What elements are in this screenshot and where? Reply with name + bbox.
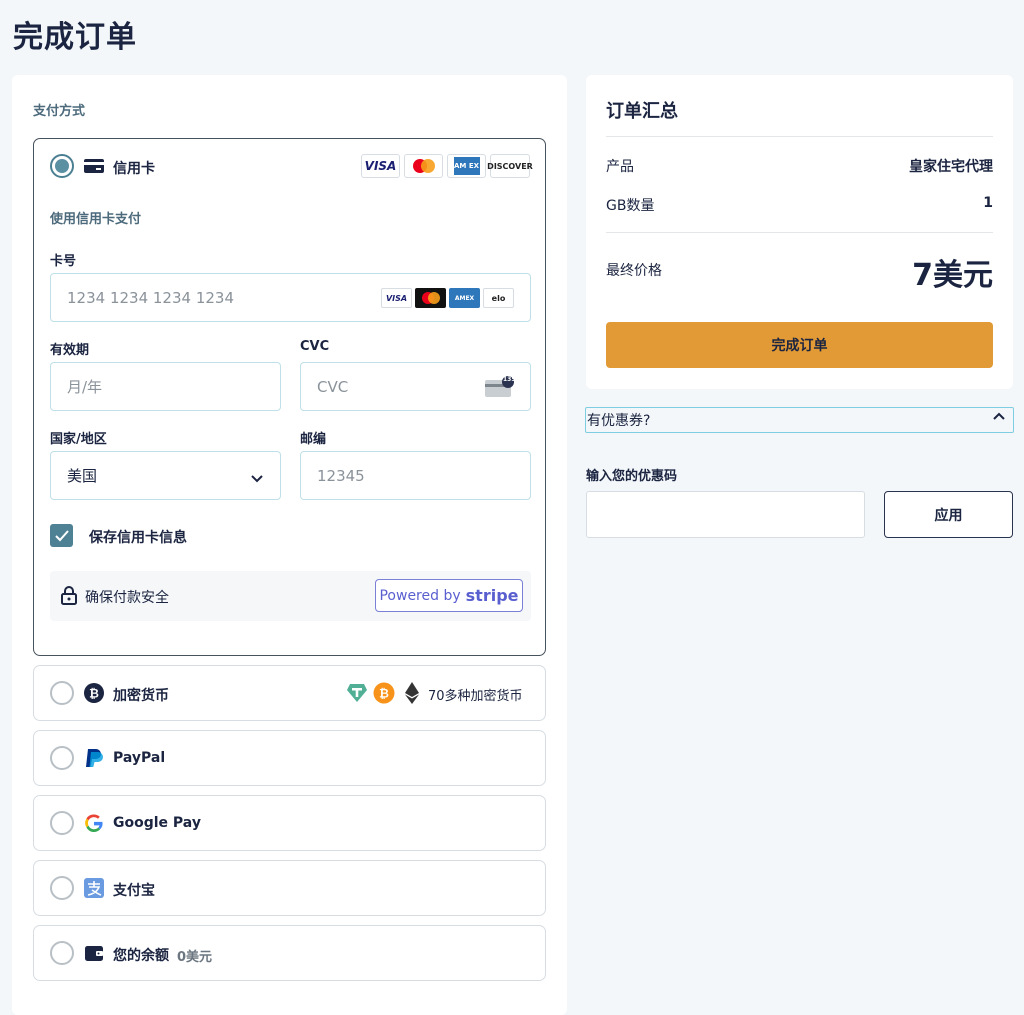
final-price-label: 最终价格	[606, 263, 662, 279]
googlepay-label: Google Pay	[113, 815, 201, 831]
expiry-placeholder: 月/年	[67, 378, 103, 396]
balance-amount: 0美元	[177, 950, 213, 965]
powered-by-text: Powered by	[379, 587, 461, 604]
elo-mini-logo: elo	[483, 288, 514, 308]
credit-card-icon	[84, 156, 104, 176]
lock-icon	[61, 585, 77, 609]
cvc-placeholder: CVC	[317, 377, 349, 396]
googlepay-radio[interactable]	[50, 811, 74, 835]
coupon-toggle[interactable]: 有优惠券?	[585, 407, 1014, 433]
postal-label: 邮编	[300, 432, 327, 447]
cvc-input[interactable]: CVC 135	[300, 362, 531, 411]
card-number-placeholder: 1234 1234 1234 1234	[67, 288, 234, 307]
apply-coupon-button[interactable]: 应用	[884, 491, 1013, 538]
ethereum-icon	[405, 682, 419, 708]
chevron-up-icon	[992, 410, 1006, 428]
cvc-badge-text: 135	[503, 376, 516, 383]
balance-label: 您的余额	[113, 948, 169, 964]
visa-mini-logo: VISA	[381, 288, 412, 308]
country-value: 美国	[67, 467, 98, 485]
payment-method-googlepay[interactable]: Google Pay	[33, 795, 546, 851]
powered-by-stripe-badge[interactable]: Powered by stripe	[375, 579, 523, 612]
paypal-label: PayPal	[113, 750, 166, 766]
bitcoin-coin-icon: ₿	[373, 682, 395, 708]
order-summary-card: 订单汇总 产品 皇家住宅代理 GB数量 1 最终价格 7美元 完成订单	[586, 75, 1013, 389]
google-icon	[84, 813, 104, 833]
gb-quantity-value: 1	[983, 195, 993, 211]
coupon-toggle-label: 有优惠券?	[587, 413, 651, 429]
bitcoin-icon: ₿	[84, 683, 104, 703]
summary-divider	[606, 232, 993, 233]
gb-quantity-label: GB数量	[606, 198, 655, 214]
credit-card-label: 信用卡	[113, 161, 155, 177]
payment-method-balance[interactable]: 您的余额 0美元	[33, 925, 546, 981]
payment-section-label: 支付方式	[33, 104, 86, 119]
page-title: 完成订单	[13, 20, 137, 55]
alipay-icon	[84, 878, 104, 898]
secure-payment-text: 确保付款安全	[85, 590, 169, 606]
visa-logo: VISA	[361, 154, 400, 178]
country-label: 国家/地区	[50, 432, 107, 447]
paypal-radio[interactable]	[50, 746, 74, 770]
save-card-checkbox[interactable]	[50, 524, 73, 547]
postal-placeholder: 12345	[317, 466, 365, 485]
secure-payment-bar: 确保付款安全 Powered by stripe	[50, 571, 531, 621]
save-card-label: 保存信用卡信息	[89, 530, 187, 546]
card-number-input[interactable]: 1234 1234 1234 1234 VISA AMEX elo	[50, 273, 531, 322]
country-select[interactable]: 美国	[50, 451, 281, 500]
mastercard-logo	[404, 154, 443, 178]
discover-logo: DISCOVER	[487, 154, 533, 178]
chevron-down-icon	[250, 470, 264, 488]
card-number-label: 卡号	[50, 254, 77, 269]
svg-text:₿: ₿	[379, 687, 389, 701]
expiry-input[interactable]: 月/年	[50, 362, 281, 411]
product-label: 产品	[606, 159, 634, 175]
crypto-extra-text: 70多种加密货币	[428, 689, 523, 704]
paypal-icon	[84, 748, 104, 768]
alipay-radio[interactable]	[50, 876, 74, 900]
order-summary-title: 订单汇总	[606, 101, 678, 122]
payment-method-paypal[interactable]: PayPal	[33, 730, 546, 786]
mastercard-mini-logo	[415, 288, 446, 308]
complete-order-button[interactable]: 完成订单	[606, 322, 993, 368]
expiry-label: 有效期	[50, 343, 90, 358]
postal-input[interactable]: 12345	[300, 451, 531, 500]
wallet-icon	[84, 943, 104, 963]
final-price-value: 7美元	[912, 258, 993, 293]
svg-text:₿: ₿	[89, 687, 99, 701]
stripe-logo: stripe	[465, 586, 519, 605]
amex-mini-logo: AMEX	[449, 288, 480, 308]
alipay-label: 支付宝	[113, 883, 155, 899]
amex-logo: AM EX	[447, 154, 486, 178]
payment-method-alipay[interactable]: 支付宝	[33, 860, 546, 916]
coupon-input-label: 输入您的优惠码	[586, 469, 678, 484]
tether-icon	[346, 683, 368, 707]
cvc-label: CVC	[300, 339, 330, 354]
credit-card-radio[interactable]	[50, 154, 74, 178]
credit-card-subtitle: 使用信用卡支付	[50, 212, 142, 227]
payment-method-credit-card[interactable]: 信用卡 VISA AM EX DISCOVER 使用信用卡支付 卡号 1234 …	[33, 138, 546, 656]
coupon-code-input[interactable]	[586, 491, 865, 538]
payment-panel: 支付方式 信用卡 VISA AM EX DISCOVER 使用信用卡支付 卡号 …	[12, 75, 567, 1015]
crypto-label: 加密货币	[113, 688, 169, 704]
summary-divider	[606, 136, 993, 137]
product-value: 皇家住宅代理	[909, 159, 993, 175]
payment-method-crypto[interactable]: ₿ 加密货币 ₿ 70多种加密货币	[33, 665, 546, 721]
balance-radio[interactable]	[50, 941, 74, 965]
crypto-radio[interactable]	[50, 681, 74, 705]
